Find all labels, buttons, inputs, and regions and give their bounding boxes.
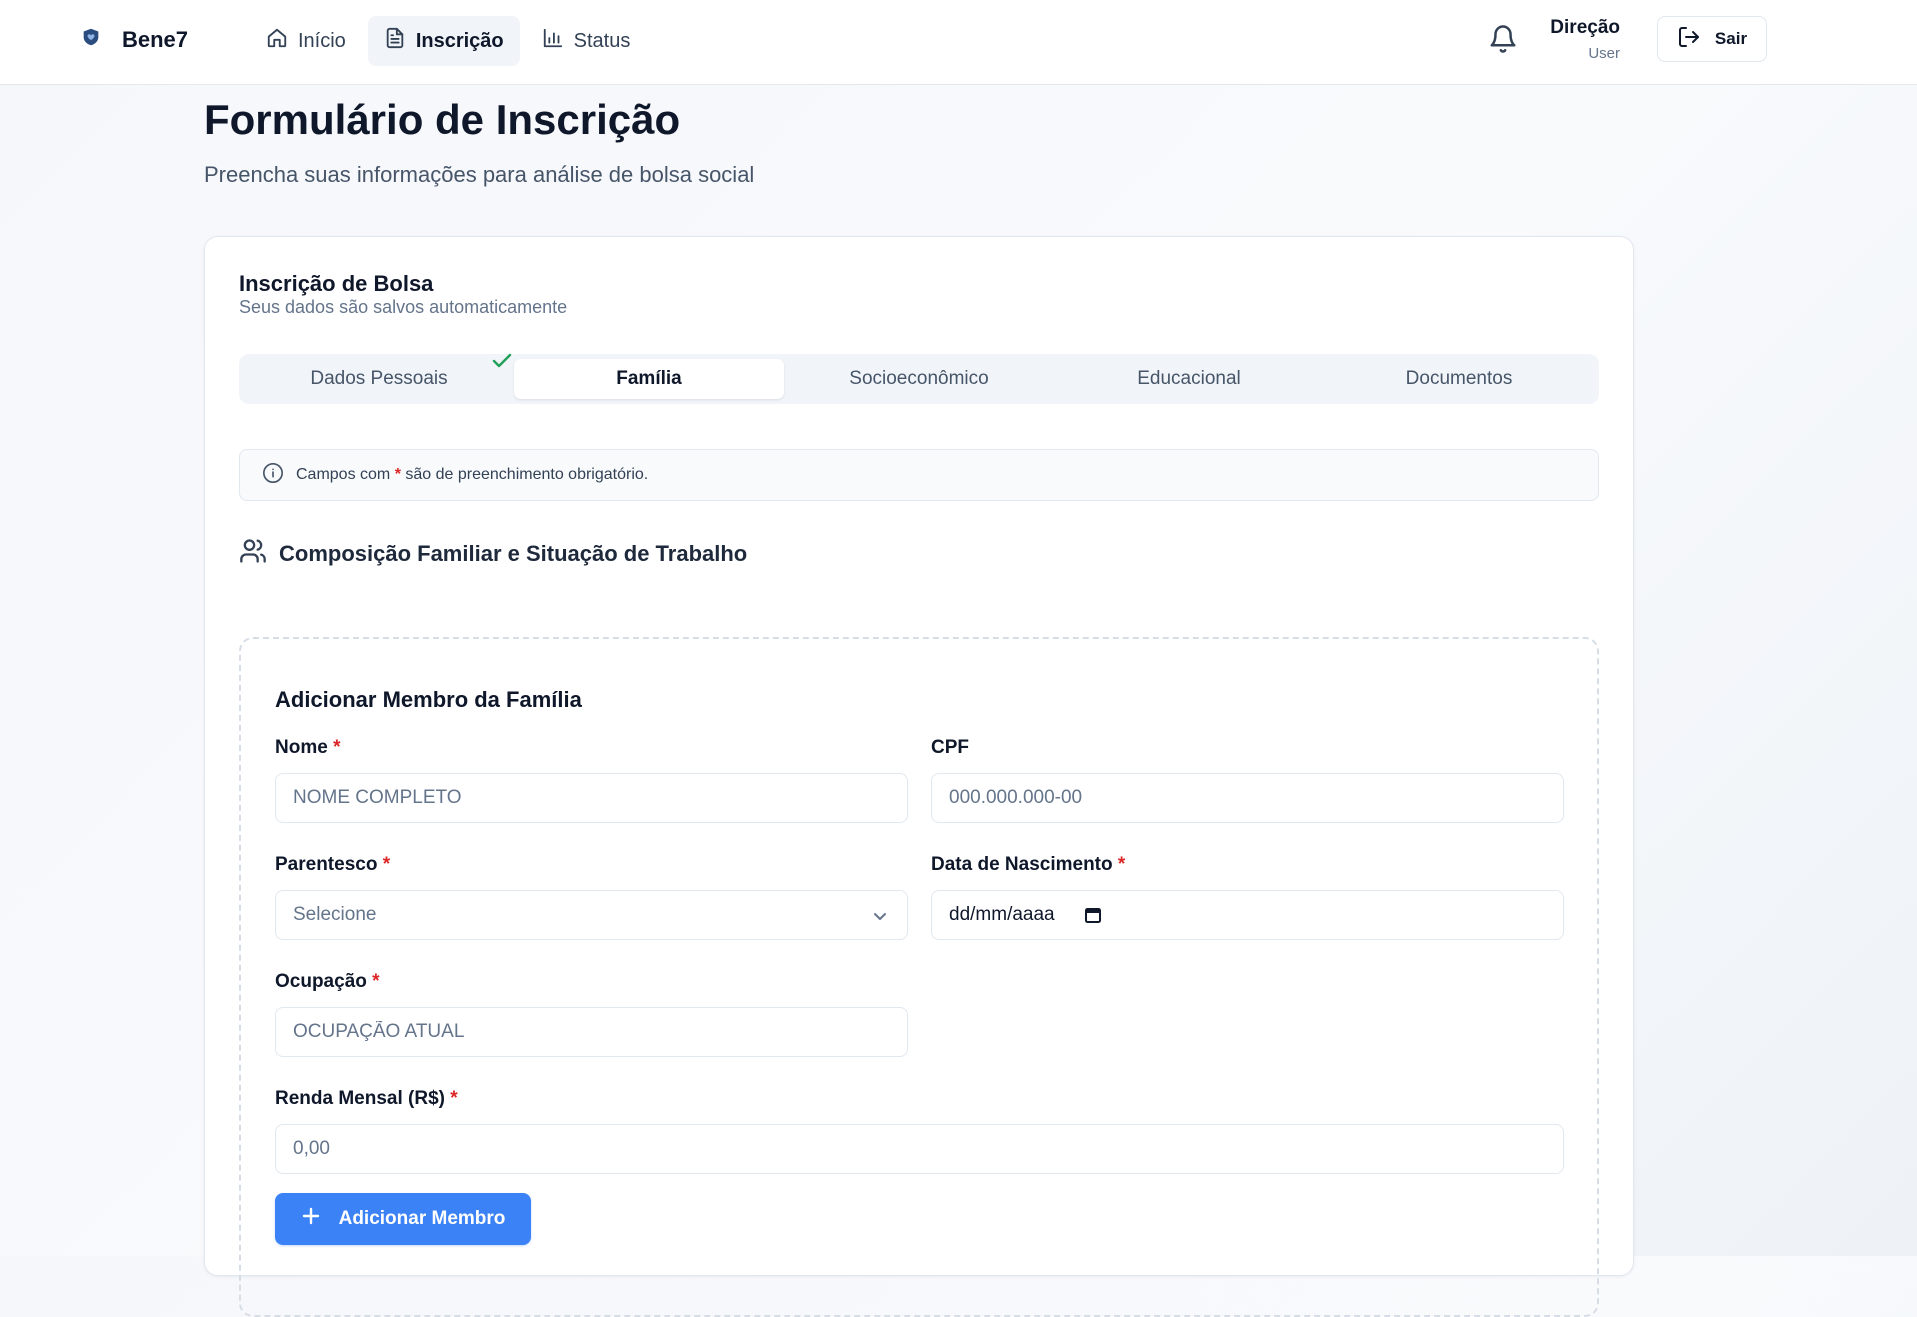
logout-label: Sair xyxy=(1714,29,1748,48)
brand-name: Bene7 xyxy=(122,26,189,52)
card-title: Inscrição de Bolsa xyxy=(239,271,434,296)
info-icon xyxy=(262,462,284,489)
tab-dados-pessoais[interactable]: Dados Pessoais xyxy=(244,353,514,399)
bar-chart-icon xyxy=(542,27,564,55)
tab-documentos[interactable]: Documentos xyxy=(1324,359,1594,399)
notice-text-before: Campos com xyxy=(296,466,391,483)
nav-item-inscricao[interactable]: Inscrição xyxy=(367,16,520,66)
required-fields-notice: Campos com * são de preenchimento obriga… xyxy=(239,449,1599,501)
tab-label: Educacional xyxy=(1137,368,1241,389)
tab-socioeconomico[interactable]: Socioeconômico xyxy=(784,359,1054,399)
top-navbar: Bene7 Início Inscrição Status Direção Us… xyxy=(0,0,1917,85)
occupation-field[interactable] xyxy=(275,1007,908,1057)
section-title-text: Composição Familiar e Situação de Trabal… xyxy=(279,541,748,566)
tab-label: Dados Pessoais xyxy=(310,368,448,389)
required-marker: * xyxy=(394,466,401,483)
name-input[interactable] xyxy=(293,774,890,822)
calendar-icon[interactable] xyxy=(1083,905,1103,925)
cpf-label-text: CPF xyxy=(931,737,969,758)
nav-label: Status xyxy=(573,29,631,52)
name-label-text: Nome xyxy=(275,737,328,758)
birth-date-field[interactable]: dd/mm/aaaa xyxy=(931,890,1564,940)
required-marker: * xyxy=(372,971,380,992)
birth-date-label-text: Data de Nascimento xyxy=(931,854,1113,875)
name-field[interactable] xyxy=(275,773,908,823)
cpf-input[interactable] xyxy=(949,774,1546,822)
cpf-label: CPF xyxy=(931,737,969,759)
brand[interactable]: Bene7 xyxy=(80,26,188,53)
occupation-label-text: Ocupação xyxy=(275,971,367,992)
required-marker: * xyxy=(333,737,341,758)
logout-button[interactable]: Sair xyxy=(1657,16,1767,62)
cpf-field[interactable] xyxy=(931,773,1564,823)
relationship-select[interactable]: Selecione xyxy=(275,890,908,940)
step-tabs: Dados Pessoais Família Socioeconômico Ed… xyxy=(239,353,1599,404)
relationship-selected-value: Selecione xyxy=(293,904,377,925)
check-icon xyxy=(492,353,512,369)
user-info: Direção User xyxy=(1530,17,1620,62)
add-member-panel: Adicionar Membro da Família Nome * CPF P… xyxy=(239,637,1599,1317)
nav-label: Início xyxy=(298,29,346,52)
user-role: User xyxy=(1588,45,1620,62)
notifications-button[interactable] xyxy=(1488,24,1520,56)
required-marker: * xyxy=(1117,854,1126,875)
tab-educacional[interactable]: Educacional xyxy=(1054,359,1324,399)
income-input[interactable] xyxy=(293,1125,1546,1173)
required-marker: * xyxy=(450,1088,458,1109)
page-subtitle: Preencha suas informações para análise d… xyxy=(204,162,755,187)
nav-item-inicio[interactable]: Início xyxy=(250,16,362,66)
relationship-label-text: Parentesco xyxy=(275,854,378,875)
income-label-text: Renda Mensal (R$) xyxy=(275,1088,445,1109)
enrollment-card: Inscrição de Bolsa Seus dados são salvos… xyxy=(204,236,1634,1317)
logout-icon xyxy=(1677,25,1701,54)
nav-item-status[interactable]: Status xyxy=(526,16,647,66)
tab-familia[interactable]: Família xyxy=(514,359,784,399)
name-label: Nome * xyxy=(275,737,340,759)
plus-icon xyxy=(301,1206,321,1232)
tab-label: Socioeconômico xyxy=(849,368,989,389)
page-title: Formulário de Inscrição xyxy=(204,96,681,143)
relationship-label: Parentesco * xyxy=(275,854,390,876)
home-icon xyxy=(266,27,288,55)
birth-date-label: Data de Nascimento * xyxy=(931,854,1125,876)
add-member-button[interactable]: Adicionar Membro xyxy=(275,1193,531,1245)
card-description: Seus dados são salvos automaticamente xyxy=(239,297,568,317)
nav-label: Inscrição xyxy=(415,29,504,52)
file-text-icon xyxy=(384,27,406,55)
income-field[interactable] xyxy=(275,1124,1564,1174)
heart-shield-icon xyxy=(80,26,102,53)
bell-icon xyxy=(1488,25,1518,58)
add-member-title: Adicionar Membro da Família xyxy=(275,687,582,712)
tab-label: Documentos xyxy=(1405,368,1513,389)
notice-text: Campos com * são de preenchimento obriga… xyxy=(296,466,648,484)
notice-text-after: são de preenchimento obrigatório. xyxy=(405,466,649,483)
occupation-input[interactable] xyxy=(293,1008,890,1056)
income-label: Renda Mensal (R$) * xyxy=(275,1088,458,1110)
chevron-down-icon xyxy=(871,907,889,925)
birth-date-value: dd/mm/aaaa xyxy=(949,904,1055,925)
occupation-label: Ocupação * xyxy=(275,971,380,993)
main-nav: Início Inscrição Status xyxy=(250,16,646,66)
users-icon xyxy=(239,537,267,571)
tab-label: Família xyxy=(616,368,682,389)
section-title: Composição Familiar e Situação de Trabal… xyxy=(239,537,747,571)
required-marker: * xyxy=(382,854,391,875)
add-member-label: Adicionar Membro xyxy=(338,1208,506,1229)
user-name: Direção xyxy=(1550,17,1620,38)
